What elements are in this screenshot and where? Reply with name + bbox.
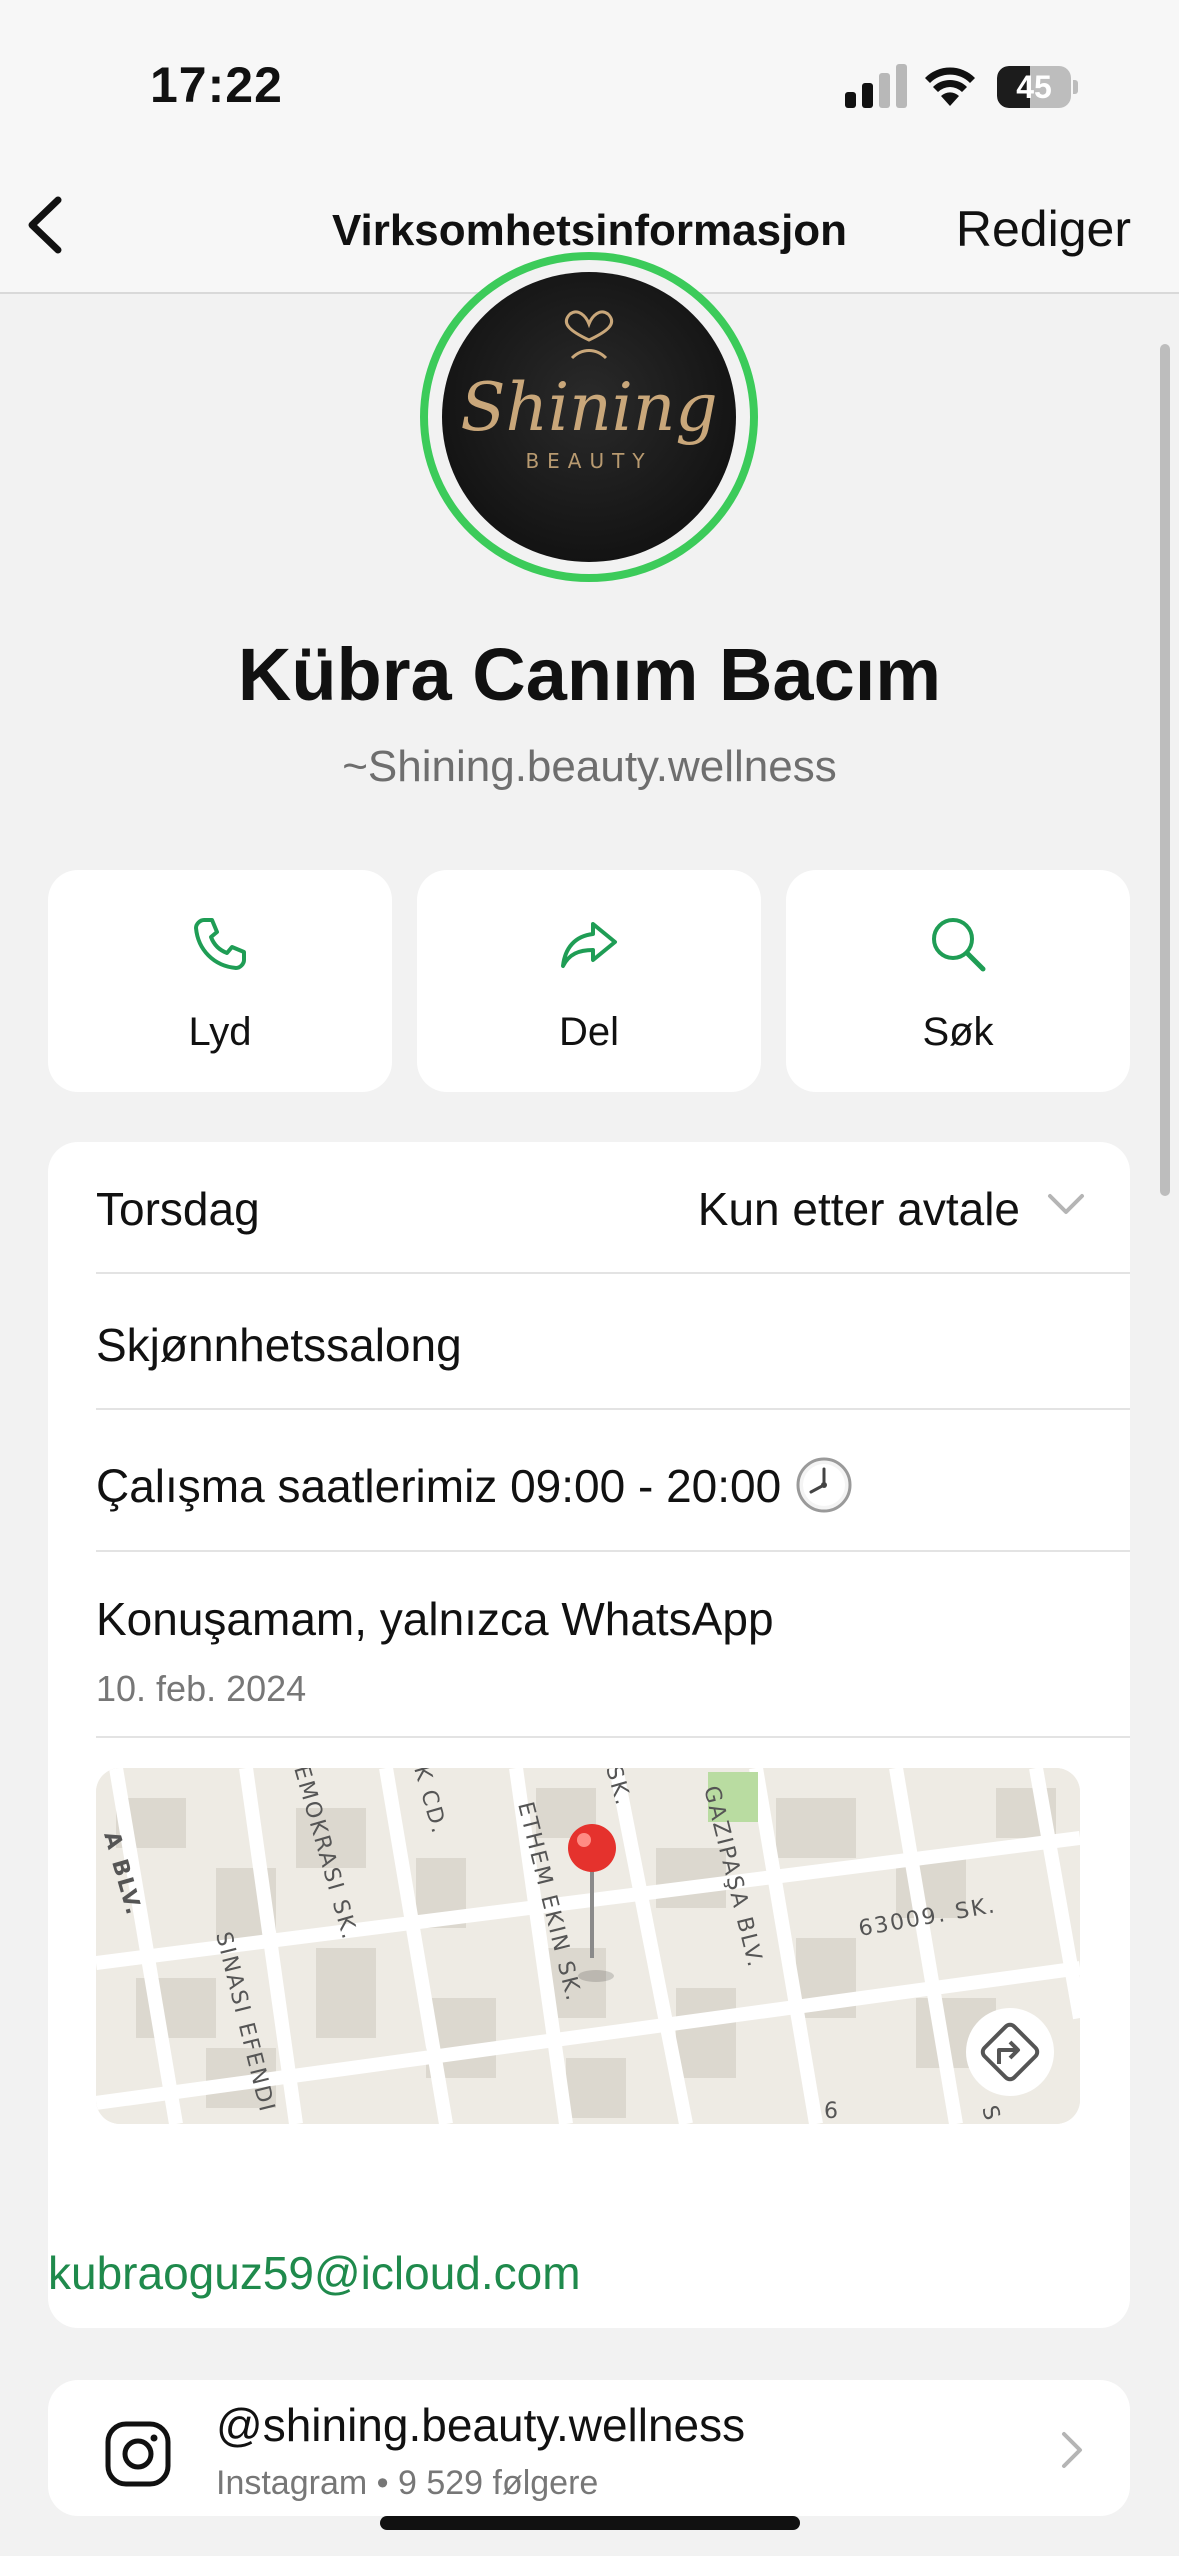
battery-percent: 45 [1016, 69, 1052, 105]
phone-icon [194, 918, 246, 970]
audio-call-button[interactable]: Lyd [48, 870, 392, 1092]
work-hours-row: Çalışma saatlerimiz 09:00 - 20:00 [96, 1410, 1130, 1552]
location-map[interactable]: EMOKRASI SK. K CD. SK. GAZIPAŞA BLV. A B… [96, 1768, 1080, 2124]
chevron-down-icon [1048, 1194, 1084, 1214]
wifi-icon [925, 67, 975, 106]
about-row: Konuşamam, yalnızca WhatsApp 10. feb. 20… [96, 1552, 1130, 1738]
instagram-meta: Instagram • 9 529 følgere [216, 2464, 599, 2502]
about-date: 10. feb. 2024 [96, 1668, 307, 1709]
business-category: Skjønnhetssalong [96, 1319, 462, 1371]
logo-subtext: BEAUTY [525, 449, 652, 473]
work-hours-label: Çalışma saatlerimiz 09:00 - 20:00 [96, 1460, 782, 1512]
status-time: 17:22 [150, 57, 283, 113]
about-text: Konuşamam, yalnızca WhatsApp [96, 1593, 774, 1645]
logo-text: Shining [460, 369, 717, 446]
street-label-8: 6 [824, 2099, 840, 2124]
work-hours-text: Çalışma saatlerimiz 09:00 - 20:00 [96, 1456, 853, 1514]
instagram-icon [105, 2421, 171, 2487]
edit-button[interactable]: Rediger [956, 200, 1131, 258]
share-icon [561, 922, 617, 968]
battery-icon: 45 [997, 66, 1078, 108]
profile-name: Kübra Canım Bacım [237, 633, 942, 716]
chevron-right-icon [1062, 2432, 1082, 2468]
share-label: Del [558, 1010, 620, 1054]
search-label: Søk [922, 1010, 994, 1054]
profile-handle: ~Shining.beauty.wellness [342, 742, 837, 791]
share-button[interactable]: Del [417, 870, 761, 1092]
cellular-signal-icon [845, 64, 907, 108]
hours-day: Torsdag [96, 1183, 260, 1235]
instagram-handle: @shining.beauty.wellness [216, 2399, 746, 2451]
business-info-card: Torsdag Kun etter avtale Skjønnhetssalon… [48, 1142, 1130, 2328]
business-hours-row[interactable]: Torsdag Kun etter avtale [96, 1142, 1130, 1274]
directions-icon[interactable] [966, 2008, 1054, 2096]
hours-value: Kun etter avtale [697, 1183, 1020, 1235]
avatar[interactable]: Shining BEAUTY [442, 272, 736, 562]
search-button[interactable]: Søk [786, 870, 1130, 1092]
instagram-card[interactable]: @shining.beauty.wellness Instagram • 9 5… [48, 2380, 1130, 2516]
shining-beauty-logo: Shining BEAUTY [460, 310, 718, 473]
profile-avatar-ring: Shining BEAUTY [420, 252, 758, 582]
email-link[interactable]: kubraoguz59@icloud.com [48, 2246, 581, 2300]
audio-call-label: Lyd [188, 1010, 252, 1054]
map-row: EMOKRASI SK. K CD. SK. GAZIPAŞA BLV. A B… [96, 1738, 1130, 2328]
clock-icon [796, 1457, 852, 1513]
search-icon [932, 918, 986, 972]
category-row: Skjønnhetssalong [96, 1274, 1130, 1410]
status-bar: 17:22 45 [0, 0, 1179, 160]
home-indicator[interactable] [380, 2516, 800, 2530]
